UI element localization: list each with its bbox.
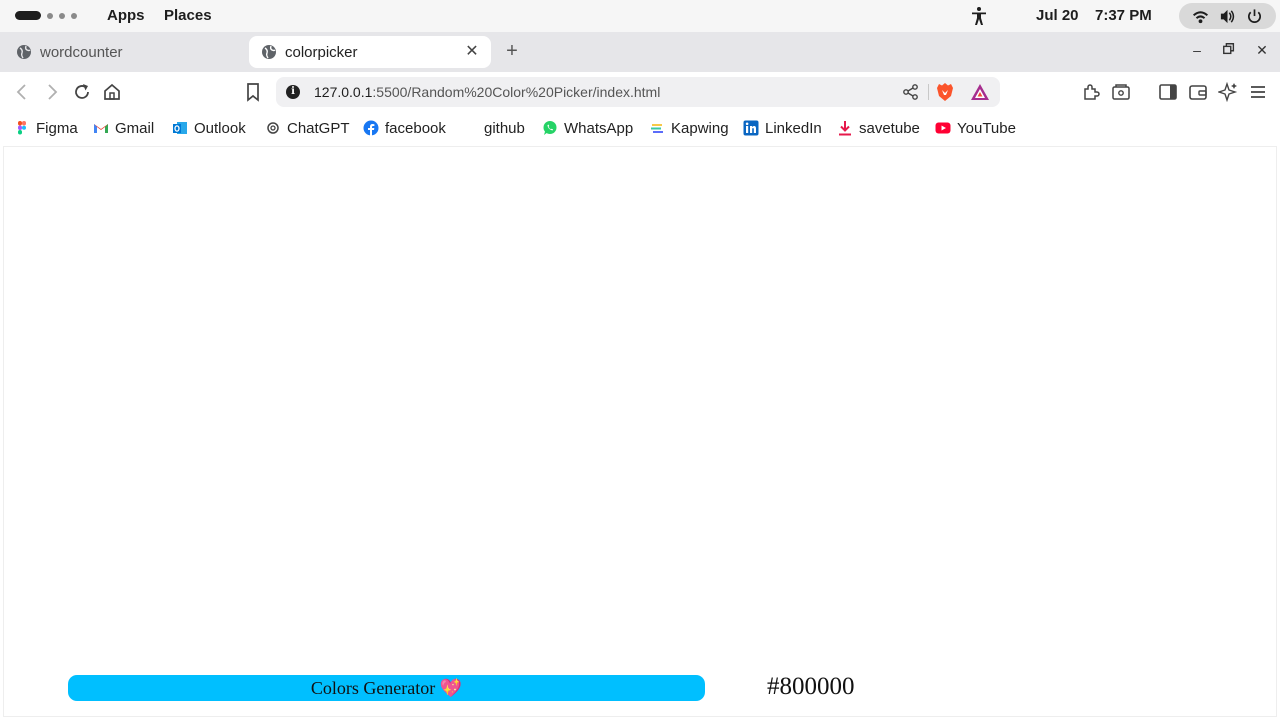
- minimize-icon[interactable]: –: [1189, 42, 1205, 58]
- brave-shields-icon[interactable]: [936, 82, 954, 102]
- bookmark-label: Kapwing: [671, 119, 729, 137]
- youtube-icon: [935, 122, 951, 134]
- bookmark-label: Gmail: [115, 119, 155, 137]
- system-top-bar: Apps Places Jul 20 7:37 PM: [0, 0, 1280, 32]
- system-status-menu[interactable]: [1179, 3, 1276, 29]
- home-icon[interactable]: [102, 82, 122, 102]
- tab-wordcounter[interactable]: wordcounter: [8, 36, 244, 68]
- power-icon: [1248, 8, 1261, 23]
- bookmark-label: github: [484, 119, 525, 137]
- bookmark-label: YouTube: [957, 119, 1016, 137]
- bookmark-facebook[interactable]: facebook: [363, 118, 446, 138]
- close-window-icon[interactable]: ✕: [1254, 42, 1270, 58]
- workspace-dot[interactable]: [71, 12, 77, 19]
- active-workspace-dot[interactable]: [15, 11, 41, 20]
- places-menu[interactable]: Places: [164, 7, 212, 24]
- url-path: :5500/Random%20Color%20Picker/index.html: [372, 84, 661, 100]
- bookmark-figma[interactable]: Figma: [14, 118, 78, 138]
- tab-strip: wordcounter colorpicker ✕ + – ✕: [0, 32, 1280, 72]
- restore-icon[interactable]: [1221, 42, 1237, 58]
- hex-color-value: #800000: [767, 673, 855, 700]
- bookmark-savetube[interactable]: savetube: [837, 118, 920, 138]
- bookmark-github[interactable]: github: [462, 118, 525, 138]
- url-text[interactable]: 127.0.0.1:5500/Random%20Color%20Picker/i…: [314, 84, 660, 100]
- address-bar[interactable]: i 127.0.0.1:5500/Random%20Color%20Picker…: [276, 77, 1000, 107]
- bookmark-label: facebook: [385, 119, 446, 137]
- globe-icon: [17, 45, 31, 59]
- linkedin-icon: [743, 120, 759, 136]
- bookmark-icon[interactable]: [243, 82, 263, 102]
- new-tab-icon[interactable]: +: [502, 41, 522, 61]
- leo-ai-icon[interactable]: [1216, 81, 1238, 103]
- apps-menu[interactable]: Apps: [107, 7, 145, 24]
- extensions-icon[interactable]: [1081, 82, 1101, 102]
- outlook-icon: [173, 122, 187, 134]
- bookmark-label: savetube: [859, 119, 920, 137]
- github-icon: [462, 120, 478, 136]
- kapwing-icon: [651, 124, 663, 133]
- colors-generator-button[interactable]: Colors Generator 💖: [68, 675, 705, 701]
- divider: [928, 84, 929, 100]
- menu-icon[interactable]: [1248, 82, 1268, 102]
- globe-icon: [262, 45, 276, 59]
- back-icon[interactable]: [12, 82, 32, 102]
- share-icon[interactable]: [902, 83, 920, 101]
- workspace-dot[interactable]: [59, 12, 65, 19]
- bookmark-gmail[interactable]: Gmail: [93, 118, 154, 138]
- facebook-icon: [363, 120, 379, 136]
- bookmarks-bar: Figma Gmail Outlook ChatGPT facebook git…: [0, 112, 1280, 144]
- workspace-dot[interactable]: [47, 12, 53, 19]
- bookmark-kapwing[interactable]: Kapwing: [649, 118, 729, 138]
- workspace-indicator[interactable]: [15, 11, 77, 20]
- gmail-icon: [94, 124, 108, 133]
- accessibility-icon[interactable]: [970, 6, 988, 26]
- brave-rewards-icon[interactable]: [970, 83, 990, 101]
- chatgpt-icon: [267, 122, 279, 134]
- url-host: 127.0.0.1: [314, 84, 373, 100]
- bookmark-label: ChatGPT: [287, 119, 350, 137]
- clock-time[interactable]: 7:37 PM: [1095, 7, 1152, 24]
- reload-icon[interactable]: [72, 82, 92, 102]
- wallet-icon[interactable]: [1188, 82, 1208, 102]
- forward-icon[interactable]: [42, 82, 62, 102]
- bookmark-label: Outlook: [194, 119, 246, 137]
- bookmark-label: WhatsApp: [564, 119, 634, 137]
- page-viewport: Colors Generator 💖 #800000: [3, 146, 1277, 717]
- leo-search-icon[interactable]: [1111, 82, 1131, 102]
- bookmark-whatsapp[interactable]: WhatsApp: [542, 118, 633, 138]
- site-info-icon[interactable]: i: [286, 85, 300, 99]
- close-tab-icon[interactable]: ✕: [463, 43, 481, 61]
- figma-icon: [18, 121, 26, 135]
- browser-toolbar: i 127.0.0.1:5500/Random%20Color%20Picker…: [0, 72, 1280, 112]
- tab-title: wordcounter: [40, 43, 123, 61]
- bookmark-linkedin[interactable]: LinkedIn: [743, 118, 822, 138]
- volume-icon: [1220, 9, 1235, 23]
- tab-title: colorpicker: [285, 43, 358, 61]
- whatsapp-icon: [543, 121, 557, 135]
- download-icon: [839, 121, 851, 136]
- clock-date[interactable]: Jul 20: [1036, 7, 1079, 24]
- bookmark-youtube[interactable]: YouTube: [935, 118, 1016, 138]
- sidebar-toggle-icon[interactable]: [1158, 82, 1178, 102]
- bookmark-chatgpt[interactable]: ChatGPT: [265, 118, 350, 138]
- bookmark-outlook[interactable]: Outlook: [172, 118, 246, 138]
- bookmark-label: LinkedIn: [765, 119, 822, 137]
- tab-colorpicker[interactable]: colorpicker ✕: [249, 36, 491, 68]
- bookmark-label: Figma: [36, 119, 78, 137]
- wifi-icon: [1192, 10, 1209, 23]
